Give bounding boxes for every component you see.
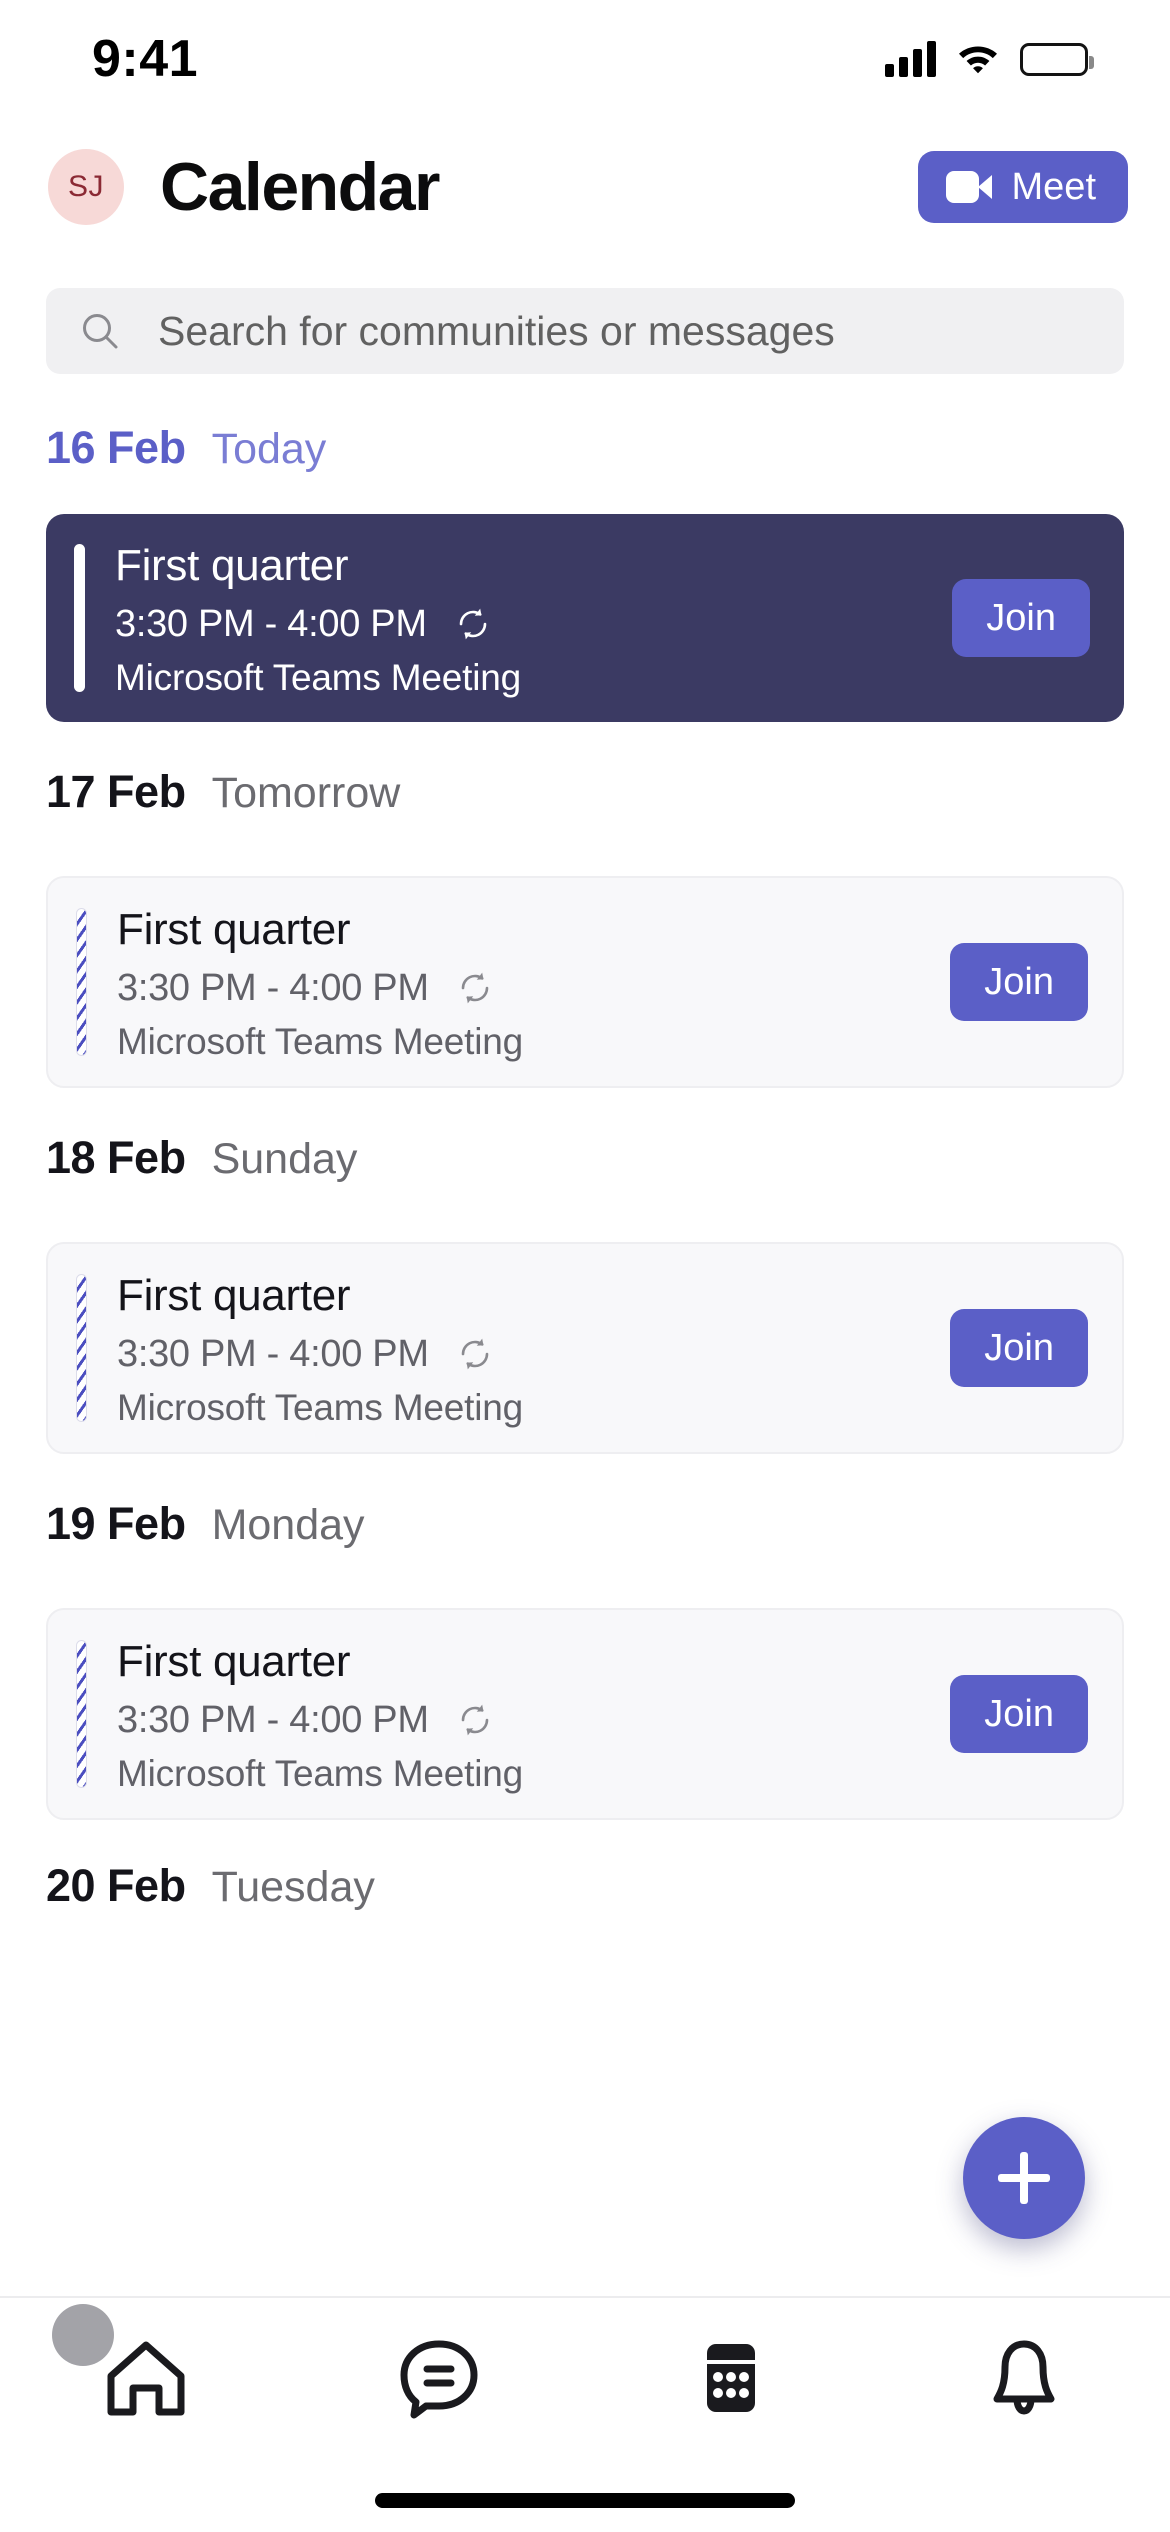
battery-full-icon: [1020, 42, 1094, 76]
event-title: First quarter: [115, 541, 349, 590]
video-camera-icon: [945, 171, 992, 203]
search-icon: [80, 311, 120, 351]
day-header: 17 Feb Tomorrow: [0, 766, 1170, 858]
day-header: 18 Feb Sunday: [0, 1132, 1170, 1224]
avatar[interactable]: SJ: [48, 149, 124, 225]
event-time: 3:30 PM - 4:00 PM: [117, 1699, 429, 1742]
event-body: First quarter 3:30 PM - 4:00 PM Microsof…: [115, 540, 932, 696]
event-time: 3:30 PM - 4:00 PM: [115, 603, 427, 646]
event-card[interactable]: First quarter 3:30 PM - 4:00 PM Microsof…: [46, 1608, 1124, 1821]
nav-item-chat[interactable]: [293, 2298, 586, 2458]
event-subtitle: Microsoft Teams Meeting: [117, 1753, 523, 1795]
page-title: Calendar: [160, 149, 440, 225]
event-accent-bar: [76, 1274, 87, 1423]
event-subtitle: Microsoft Teams Meeting: [115, 657, 521, 699]
join-button[interactable]: Join: [950, 1309, 1088, 1388]
phone-screen: 9:41 SJ Calendar Meet Search for communi…: [0, 0, 1170, 2532]
day-date: 18 Feb: [46, 1132, 186, 1184]
day-header: 16 Feb Today: [0, 422, 1170, 514]
recurring-icon: [455, 1334, 495, 1374]
event-time: 3:30 PM - 4:00 PM: [117, 1333, 429, 1376]
nav-item-calendar[interactable]: [585, 2298, 878, 2458]
event-card[interactable]: First quarter 3:30 PM - 4:00 PM Microsof…: [46, 876, 1124, 1089]
event-body: First quarter 3:30 PM - 4:00 PM Microsof…: [117, 904, 930, 1060]
day-header: 19 Feb Monday: [0, 1498, 1170, 1590]
event-card[interactable]: First quarter 3:30 PM - 4:00 PM Microsof…: [46, 514, 1124, 723]
day-date: 20 Feb: [46, 1860, 186, 1912]
event-time: 3:30 PM - 4:00 PM: [117, 967, 429, 1010]
event-title: First quarter: [117, 1637, 351, 1687]
day-relative: Tomorrow: [211, 769, 401, 818]
event-body: First quarter 3:30 PM - 4:00 PM Microsof…: [117, 1270, 930, 1426]
bottom-navigation: [0, 2296, 1170, 2532]
event-accent-bar: [76, 1640, 87, 1789]
day-date: 17 Feb: [46, 766, 186, 818]
event-accent-bar: [74, 544, 85, 693]
event-meta: 3:30 PM - 4:00 PM: [115, 604, 932, 644]
join-button[interactable]: Join: [950, 1675, 1088, 1754]
search-input[interactable]: Search for communities or messages: [46, 288, 1124, 374]
event-meta: 3:30 PM - 4:00 PM: [117, 1334, 930, 1374]
home-badge-icon: [52, 2304, 114, 2366]
day-header: 20 Feb Tuesday: [0, 1860, 1170, 1952]
recurring-icon: [455, 968, 495, 1008]
meet-button[interactable]: Meet: [917, 151, 1128, 223]
meet-button-label: Meet: [1011, 166, 1096, 208]
join-button[interactable]: Join: [950, 943, 1088, 1022]
event-subtitle: Microsoft Teams Meeting: [117, 1021, 523, 1063]
status-bar: 9:41: [0, 0, 1170, 118]
chat-bubble-icon: [396, 2336, 482, 2420]
event-meta: 3:30 PM - 4:00 PM: [117, 968, 930, 1008]
plus-icon: [998, 2152, 1050, 2204]
join-button[interactable]: Join: [952, 579, 1090, 658]
app-header: SJ Calendar Meet: [0, 132, 1170, 242]
event-title: First quarter: [117, 1271, 351, 1321]
status-icons: [885, 40, 1094, 79]
event-meta: 3:30 PM - 4:00 PM: [117, 1700, 930, 1740]
recurring-icon: [453, 604, 493, 644]
event-title: First quarter: [117, 905, 351, 955]
event-accent-bar: [76, 908, 87, 1057]
day-relative: Sunday: [211, 1135, 358, 1184]
search-placeholder: Search for communities or messages: [158, 307, 835, 354]
day-date: 16 Feb: [46, 422, 186, 473]
day-relative: Tuesday: [211, 1863, 375, 1912]
home-icon: [103, 2336, 189, 2420]
avatar-initials: SJ: [67, 170, 104, 203]
nav-item-home[interactable]: [0, 2298, 293, 2458]
nav-item-activity[interactable]: [878, 2298, 1170, 2458]
status-time: 9:41: [92, 30, 199, 88]
day-date: 19 Feb: [46, 1498, 186, 1550]
home-indicator: [375, 2493, 795, 2508]
bell-icon: [981, 2336, 1067, 2420]
recurring-icon: [455, 1700, 495, 1740]
day-relative: Monday: [211, 1501, 365, 1550]
day-relative: Today: [211, 425, 327, 473]
cellular-signal-icon: [885, 41, 936, 77]
wifi-icon: [956, 40, 1000, 79]
event-body: First quarter 3:30 PM - 4:00 PM Microsof…: [117, 1636, 930, 1792]
event-subtitle: Microsoft Teams Meeting: [117, 1387, 523, 1429]
calendar-icon: [688, 2336, 774, 2420]
event-card[interactable]: First quarter 3:30 PM - 4:00 PM Microsof…: [46, 1242, 1124, 1455]
agenda-list[interactable]: 16 Feb Today First quarter 3:30 PM - 4:0…: [0, 418, 1170, 2318]
create-event-fab[interactable]: [963, 2117, 1085, 2239]
